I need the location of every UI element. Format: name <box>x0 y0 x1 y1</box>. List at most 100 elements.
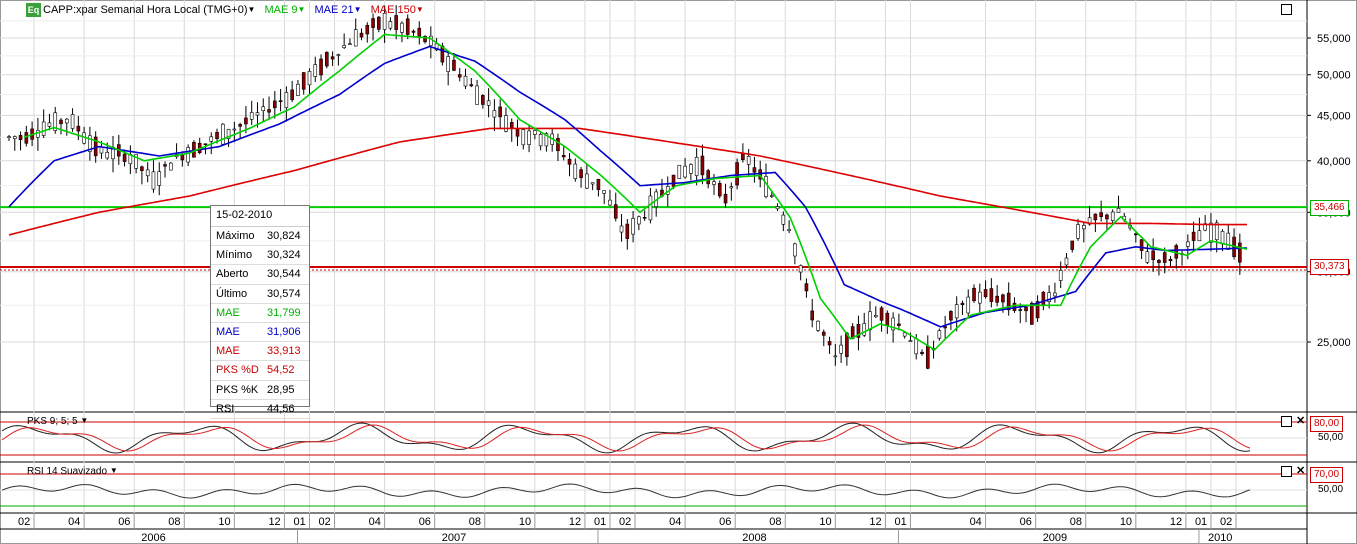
candle-body <box>1030 302 1034 325</box>
eq-icon[interactable]: Eq <box>26 3 41 17</box>
candle-body <box>209 136 214 142</box>
candle-body <box>735 162 739 186</box>
rsi-maximize-icon[interactable] <box>1281 466 1292 477</box>
candle-body <box>1209 222 1213 243</box>
candle-body <box>925 345 930 369</box>
candle-body <box>1139 239 1144 251</box>
candle-body <box>463 75 468 87</box>
year-label: 2007 <box>442 532 466 544</box>
candle-body <box>215 131 219 139</box>
x-tick-label: 12 <box>1170 516 1182 528</box>
study-mae150[interactable]: MAE 150▼ <box>371 4 424 16</box>
candle-body <box>232 128 237 131</box>
candle-body <box>267 109 271 113</box>
price-label-upper: 35,466 <box>1310 200 1349 216</box>
candle-body <box>140 166 144 171</box>
x-tick-label: 02 <box>18 516 30 528</box>
tooltip-key: MAE <box>216 345 240 358</box>
candle-body <box>787 229 791 231</box>
tooltip-key: Aberto <box>216 268 249 281</box>
study-mae9[interactable]: MAE 9▼ <box>264 4 305 16</box>
x-tick-label: 10 <box>819 516 831 528</box>
year-label: 2009 <box>1043 532 1067 544</box>
stoch-close-icon[interactable]: ✕ <box>1296 416 1305 427</box>
candle-body <box>411 30 416 33</box>
rsi-mid-label: 50,00 <box>1318 484 1344 495</box>
tooltip-value: 31,906 <box>267 325 301 338</box>
price-label-lower: 30,373 <box>1310 259 1349 275</box>
data-tooltip: 15-02-2010 Máximo 30,824 Mínimo 30,324 Abert… <box>210 205 310 419</box>
tooltip-key: RSI <box>216 402 235 415</box>
tooltip-value: 30,574 <box>267 287 301 300</box>
candle-body <box>914 338 919 355</box>
tooltip-key: MAE <box>216 325 240 338</box>
stock-chart[interactable]: 02 04 06 08 10 12 01 02 04 06 08 10 12 01 02 04 06 08 10 12… <box>0 0 1357 544</box>
candle-body <box>937 330 942 339</box>
maximize-icon[interactable] <box>1281 4 1292 15</box>
candle-body <box>1001 294 1005 303</box>
candle-body <box>556 138 560 152</box>
title-dropdown-icon[interactable]: ▼ <box>248 5 256 14</box>
candle-body <box>1058 270 1063 281</box>
candle-body <box>296 83 300 96</box>
study-mae21[interactable]: MAE 21▼ <box>314 4 361 16</box>
candle-body <box>244 117 248 125</box>
candle-body <box>498 106 502 118</box>
candle-body <box>920 351 924 355</box>
year-label: 2006 <box>141 532 165 544</box>
candle-body <box>417 27 422 38</box>
tooltip-key: MAE <box>216 306 240 319</box>
x-tick-label: 02 <box>319 516 331 528</box>
candle-body <box>1220 230 1225 245</box>
candle-body <box>1082 225 1086 230</box>
candle-body <box>567 158 572 165</box>
candle-body <box>631 218 635 235</box>
tooltip-key: Mínimo <box>216 249 253 262</box>
candle-body <box>41 121 46 136</box>
candle-body <box>527 130 531 145</box>
x-tick-label: 06 <box>719 516 731 528</box>
candle-body <box>538 134 543 147</box>
rsi-panel-title[interactable]: RSI 14 Suavizado ▼ <box>27 466 118 477</box>
x-tick-label: 08 <box>168 516 180 528</box>
candle-body <box>769 195 774 197</box>
candle-body <box>677 164 682 179</box>
candle-body <box>365 25 370 35</box>
y-tick-label: 45,000 <box>1317 110 1351 122</box>
candle-body <box>694 157 699 176</box>
candle-body <box>186 147 190 163</box>
candle-body <box>602 190 606 194</box>
x-tick-label: 06 <box>1020 516 1032 528</box>
x-tick-label: 10 <box>519 516 531 528</box>
candle-body <box>475 85 479 105</box>
candle-body <box>1024 306 1028 312</box>
candle-body <box>810 310 815 321</box>
x-tick-label: 01 <box>894 516 906 528</box>
symbol-title[interactable]: CAPP:xpar Semanal Hora Local (TMG+0) <box>43 4 248 16</box>
candle-body <box>619 225 624 233</box>
candle-body <box>12 136 17 140</box>
candle-body <box>284 92 289 108</box>
candle-body <box>359 32 364 38</box>
stoch-maximize-icon[interactable] <box>1281 416 1292 427</box>
candle-body <box>671 174 676 187</box>
candle-body <box>7 136 11 138</box>
stoch-mid-label: 50,00 <box>1318 432 1344 443</box>
candle-body <box>1053 292 1057 297</box>
x-tick-label: 01 <box>293 516 305 528</box>
tooltip-row: MAE 31,799 <box>211 304 309 323</box>
candle-body <box>995 295 999 303</box>
candle-body <box>1145 251 1150 263</box>
candle-body <box>1099 212 1103 218</box>
tooltip-row: Máximo 30,824 <box>211 227 309 247</box>
candle-body <box>561 155 566 158</box>
rsi-close-icon[interactable]: ✕ <box>1296 466 1305 477</box>
candle-body <box>608 199 612 206</box>
candle-body <box>145 169 150 177</box>
candle-body <box>492 110 497 118</box>
candle-body <box>388 21 393 29</box>
candle-body <box>1041 291 1046 307</box>
stoch-panel-title[interactable]: PKS 9; 5; 5 ▼ <box>27 416 88 427</box>
tooltip-value: 30,544 <box>267 268 301 281</box>
tooltip-row: MAE 31,906 <box>211 323 309 343</box>
